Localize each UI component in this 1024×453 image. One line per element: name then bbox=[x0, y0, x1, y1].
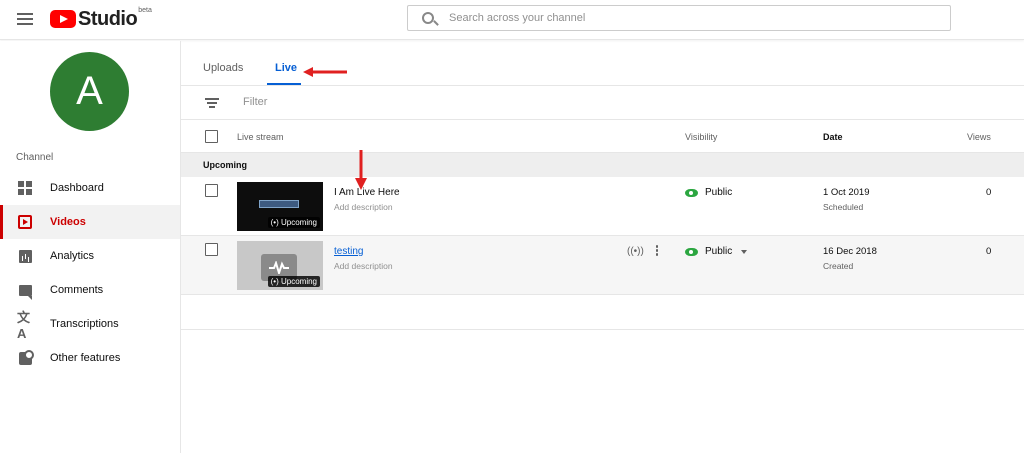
visibility-dropdown[interactable]: Public bbox=[685, 246, 748, 257]
sidebar-item-label: Comments bbox=[50, 284, 104, 296]
video-title[interactable]: testing bbox=[334, 246, 363, 257]
upcoming-badge: (•) Upcoming bbox=[267, 276, 320, 287]
tab-uploads[interactable]: Uploads bbox=[203, 62, 243, 74]
row-views: 0 bbox=[986, 187, 992, 198]
table-row[interactable]: (•) Upcoming testing Add description ((•… bbox=[181, 236, 1024, 295]
video-description[interactable]: Add description bbox=[334, 202, 393, 212]
table-row[interactable]: (•) Upcoming I Am Live Here Add descript… bbox=[181, 177, 1024, 236]
top-bar: Studio beta bbox=[0, 0, 1024, 40]
logo-text: Studio bbox=[78, 7, 138, 30]
annotation-arrow-left-icon bbox=[303, 67, 347, 77]
column-date[interactable]: Date bbox=[823, 132, 843, 142]
filter-bar bbox=[181, 86, 1024, 120]
sidebar: A Channel Dashboard Videos Analytics Com… bbox=[0, 41, 181, 453]
eye-icon bbox=[685, 188, 698, 197]
sidebar-item-label: Analytics bbox=[50, 250, 95, 262]
annotation-arrow-down-icon bbox=[355, 150, 367, 190]
sidebar-item-dashboard[interactable]: Dashboard bbox=[0, 171, 180, 205]
search-box[interactable] bbox=[407, 5, 951, 31]
column-visibility[interactable]: Visibility bbox=[685, 132, 717, 142]
tab-live[interactable]: Live bbox=[275, 62, 297, 74]
select-all-checkbox[interactable] bbox=[205, 130, 218, 143]
sidebar-item-label: Dashboard bbox=[50, 182, 104, 194]
sidebar-item-transcriptions[interactable]: 文A Transcriptions bbox=[0, 307, 180, 341]
row-date: 1 Oct 2019 bbox=[823, 187, 870, 198]
other-features-icon bbox=[17, 349, 34, 365]
visibility-label: Public bbox=[705, 246, 733, 257]
row-checkbox[interactable] bbox=[205, 184, 218, 197]
sidebar-nav: Dashboard Videos Analytics Comments 文A T… bbox=[0, 171, 180, 375]
sidebar-item-comments[interactable]: Comments bbox=[0, 273, 180, 307]
youtube-play-icon bbox=[50, 10, 76, 28]
sidebar-item-label: Transcriptions bbox=[50, 318, 119, 330]
translate-icon: 文A bbox=[17, 310, 31, 341]
group-header-upcoming: Upcoming bbox=[181, 153, 1024, 177]
sidebar-item-videos[interactable]: Videos bbox=[0, 205, 180, 239]
thumbnail-image bbox=[259, 200, 299, 208]
video-thumbnail[interactable]: (•) Upcoming bbox=[237, 241, 323, 290]
live-broadcast-icon[interactable]: ((•)) bbox=[627, 246, 644, 257]
chevron-down-icon[interactable] bbox=[741, 249, 748, 254]
row-date-status: Scheduled bbox=[823, 202, 864, 212]
sidebar-item-analytics[interactable]: Analytics bbox=[0, 239, 180, 273]
column-views[interactable]: Views bbox=[967, 132, 991, 142]
main-content: Uploads Live Live stream Visibility Date… bbox=[181, 41, 1024, 453]
channel-avatar[interactable]: A bbox=[50, 52, 129, 131]
row-date-status: Created bbox=[823, 261, 854, 271]
menu-icon[interactable] bbox=[17, 13, 33, 25]
sidebar-item-label: Other features bbox=[50, 352, 121, 364]
dashboard-icon bbox=[17, 181, 33, 195]
table-divider bbox=[181, 329, 1024, 330]
active-tab-indicator bbox=[267, 83, 301, 85]
comments-icon bbox=[17, 283, 33, 300]
sidebar-item-other-features[interactable]: Other features bbox=[0, 341, 180, 375]
videos-icon bbox=[17, 215, 33, 229]
analytics-icon bbox=[17, 249, 33, 263]
row-checkbox[interactable] bbox=[205, 243, 218, 256]
eye-icon bbox=[685, 247, 698, 256]
row-date: 16 Dec 2018 bbox=[823, 246, 877, 257]
search-icon bbox=[422, 12, 434, 24]
video-thumbnail[interactable]: (•) Upcoming bbox=[237, 182, 323, 231]
visibility-status: Public bbox=[685, 187, 732, 198]
row-views: 0 bbox=[986, 246, 992, 257]
more-options-icon[interactable] bbox=[655, 245, 659, 257]
upcoming-badge: (•) Upcoming bbox=[267, 217, 320, 228]
filter-icon[interactable] bbox=[205, 98, 219, 108]
filter-input[interactable] bbox=[243, 96, 543, 108]
group-label: Upcoming bbox=[203, 160, 247, 170]
video-description[interactable]: Add description bbox=[334, 261, 393, 271]
visibility-label: Public bbox=[705, 187, 733, 198]
search-input[interactable] bbox=[449, 12, 929, 24]
column-live-stream[interactable]: Live stream bbox=[237, 132, 284, 142]
table-header: Live stream Visibility Date Views bbox=[181, 120, 1024, 153]
channel-label: Channel bbox=[16, 152, 54, 163]
beta-label: beta bbox=[138, 7, 152, 14]
tab-bar: Uploads Live bbox=[181, 41, 1024, 86]
sidebar-item-label: Videos bbox=[50, 216, 86, 228]
studio-logo[interactable]: Studio beta bbox=[50, 7, 152, 30]
